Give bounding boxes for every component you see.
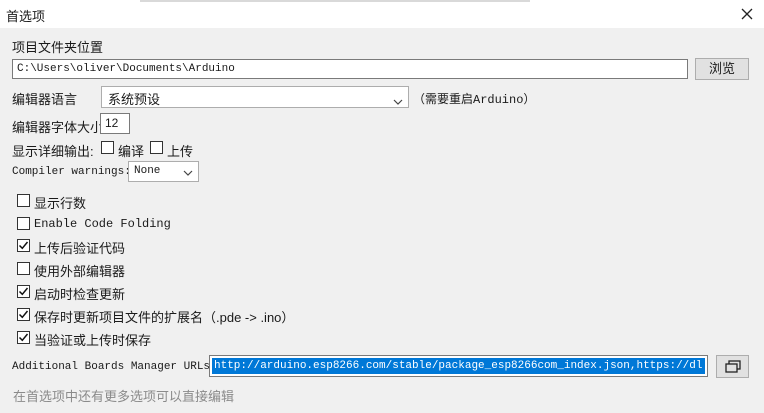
compiler-warnings-value: None [134,165,161,177]
close-icon[interactable] [736,3,758,25]
title-bar-background-strip [140,0,530,2]
show-line-numbers-checkbox[interactable] [17,194,30,207]
font-size-input[interactable]: 12 [100,113,130,134]
edit-urls-button[interactable] [716,355,749,378]
chevron-down-icon [183,168,193,176]
editor-language-select[interactable]: 系统预设 [101,86,409,108]
preferences-panel: 项目文件夹位置 C:\Users\oliver\Documents\Arduin… [0,28,764,413]
more-preferences-note: 在首选项中还有更多选项可以直接编辑 [13,389,235,404]
save-on-verify-label: 当验证或上传时保存 [34,333,152,348]
compiler-warnings-label: Compiler warnings: [12,166,131,178]
code-folding-label: Enable Code Folding [34,217,171,231]
verbose-compile-label: 编译 [118,144,145,159]
update-extension-checkbox[interactable] [17,308,30,321]
window-title: 首选项 [6,9,46,24]
editor-language-value: 系统预设 [108,92,161,107]
code-folding-checkbox[interactable] [17,217,30,230]
check-updates-checkbox[interactable] [17,285,30,298]
editor-language-label: 编辑器语言 [12,92,78,107]
sketchbook-path-input[interactable]: C:\Users\oliver\Documents\Arduino [12,59,688,79]
external-editor-label: 使用外部编辑器 [34,264,126,279]
window-list-icon [723,360,743,378]
verbose-output-label: 显示详细输出: [12,144,94,159]
show-line-numbers-label: 显示行数 [34,196,87,211]
compiler-warnings-select[interactable]: None [128,161,199,182]
verbose-compile-checkbox[interactable] [101,141,114,154]
boards-manager-urls-value: http://arduino.esp8266.com/stable/packag… [212,358,705,374]
verbose-upload-checkbox[interactable] [150,141,163,154]
external-editor-checkbox[interactable] [17,262,30,275]
boards-manager-urls-input[interactable]: http://arduino.esp8266.com/stable/packag… [209,355,708,377]
verify-after-upload-label: 上传后验证代码 [34,241,126,256]
editor-font-size-label: 编辑器字体大小 [12,120,104,135]
update-extension-label: 保存时更新项目文件的扩展名（.pde -> .ino） [34,310,295,325]
browse-button[interactable]: 浏览 [695,58,749,80]
verbose-upload-label: 上传 [167,144,194,159]
save-on-verify-checkbox[interactable] [17,331,30,344]
check-updates-label: 启动时检查更新 [34,287,126,302]
boards-manager-urls-label: Additional Boards Manager URLs: [12,361,217,373]
sketchbook-location-label: 项目文件夹位置 [12,40,104,55]
verify-after-upload-checkbox[interactable] [17,239,30,252]
restart-note: （需要重启Arduino） [413,93,536,107]
chevron-down-icon [393,93,403,105]
title-bar: 首选项 [0,0,764,28]
